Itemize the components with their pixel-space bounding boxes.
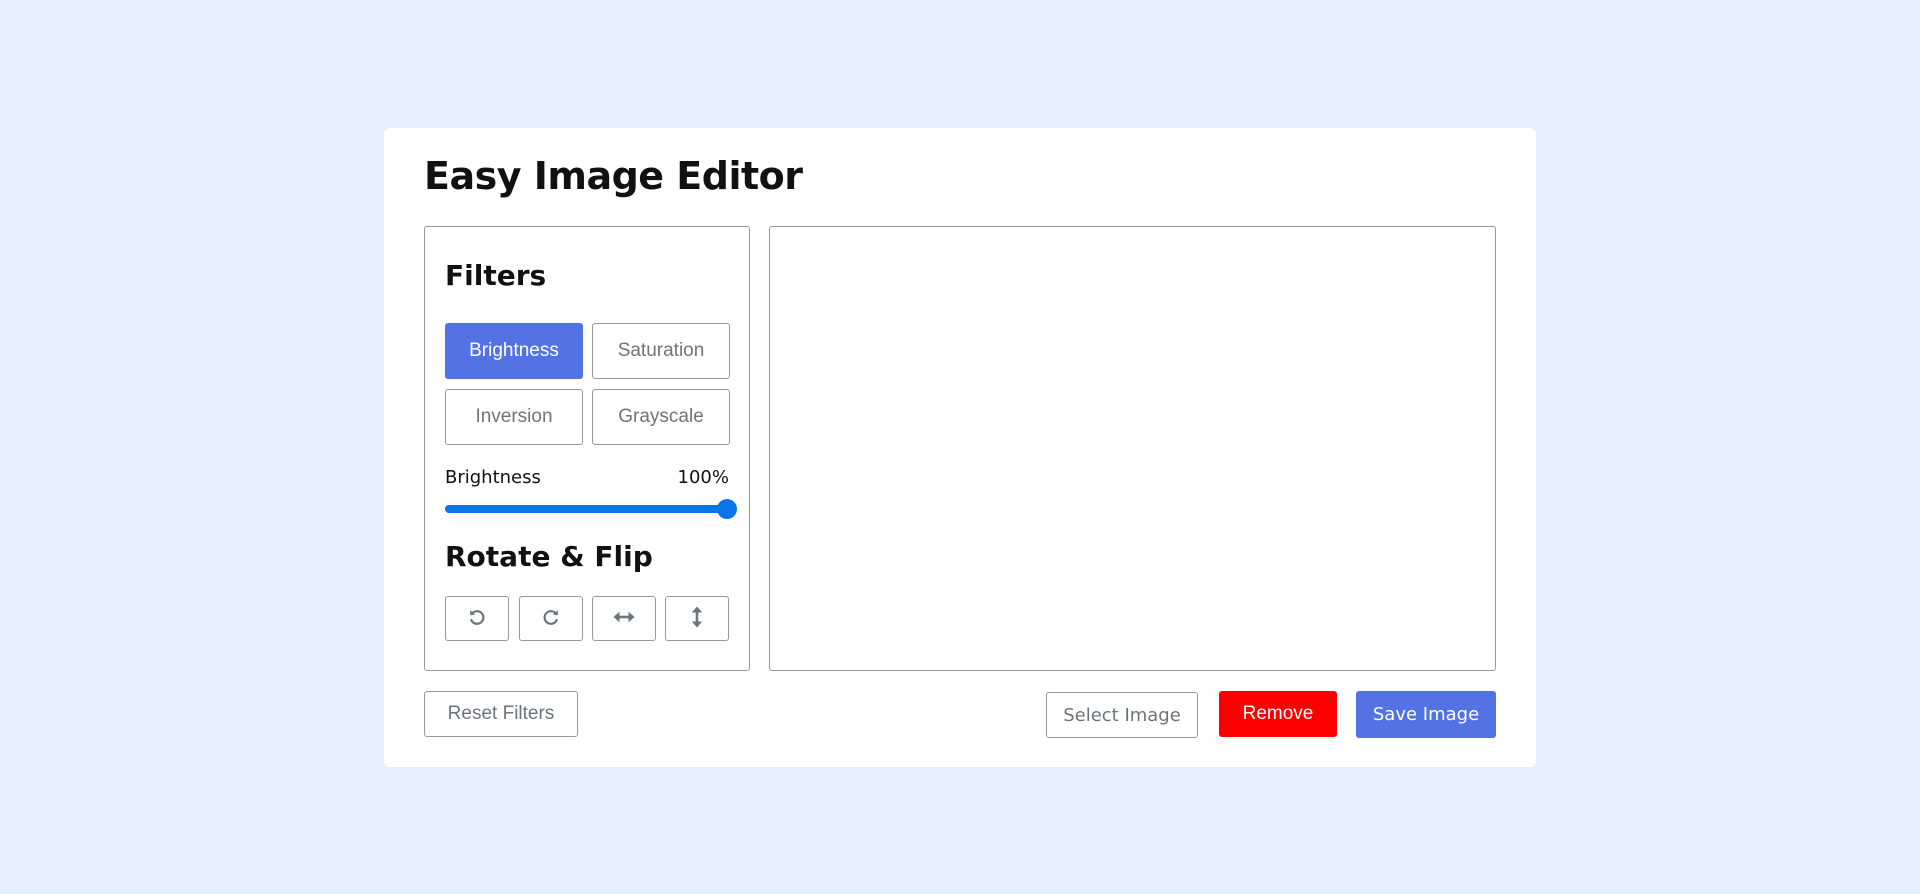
slider-thumb[interactable] — [717, 499, 737, 519]
rotate-left-button[interactable] — [445, 596, 509, 641]
rotate-flip-title: Rotate & Flip — [445, 540, 653, 573]
page-title: Easy Image Editor — [424, 154, 803, 198]
slider-label: Brightness — [445, 467, 541, 488]
filter-inversion-button[interactable]: Inversion — [445, 389, 583, 445]
image-preview — [769, 226, 1496, 671]
rotate-right-icon — [541, 607, 561, 630]
flip-vertical-icon — [690, 606, 704, 631]
flip-horizontal-button[interactable] — [592, 596, 656, 641]
reset-filters-button[interactable]: Reset Filters — [424, 691, 578, 737]
editor-panel: Filters Brightness Saturation Inversion … — [424, 226, 750, 671]
filter-grayscale-button[interactable]: Grayscale — [592, 389, 730, 445]
editor-card: Easy Image Editor Filters Brightness Sat… — [384, 128, 1536, 767]
filter-brightness-button[interactable]: Brightness — [445, 323, 583, 379]
filters-title: Filters — [445, 259, 547, 292]
rotate-right-button[interactable] — [519, 596, 583, 641]
save-image-button[interactable]: Save Image — [1356, 691, 1496, 738]
slider-value: 100% — [677, 467, 729, 488]
rotate-left-icon — [467, 607, 487, 630]
brightness-slider[interactable] — [445, 499, 737, 519]
flip-vertical-button[interactable] — [665, 596, 729, 641]
remove-button[interactable]: Remove — [1219, 691, 1337, 737]
select-image-button[interactable]: Select Image — [1046, 692, 1198, 738]
slider-fill — [445, 505, 725, 513]
filter-saturation-button[interactable]: Saturation — [592, 323, 730, 379]
flip-horizontal-icon — [613, 610, 635, 627]
